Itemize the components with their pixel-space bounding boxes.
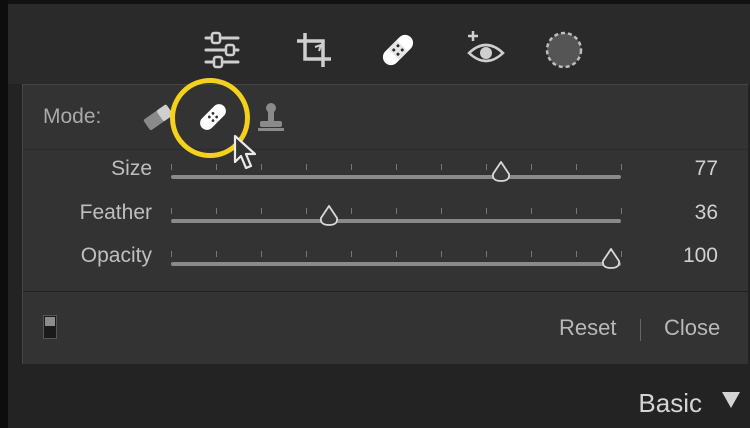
- slider-row-opacity: Opacity 100: [23, 238, 748, 282]
- slider-tick: [351, 208, 352, 214]
- slider-value[interactable]: 77: [695, 157, 718, 181]
- slider-tick: [441, 164, 442, 170]
- mouse-cursor-icon: [233, 134, 257, 170]
- healing-tool[interactable]: [376, 28, 420, 72]
- slider-tick: [306, 208, 307, 214]
- slider-label: Opacity: [80, 244, 152, 267]
- slider-tick: [441, 251, 442, 257]
- dashed-circle-icon: [545, 31, 583, 69]
- healing-panel: Mode: Size 77 Feather 36 Opacity 100 Res…: [22, 84, 748, 364]
- chevron-down-icon[interactable]: [722, 392, 740, 408]
- slider-tick: [531, 251, 532, 257]
- footer-separator: [640, 319, 641, 341]
- slider-tick: [171, 251, 172, 257]
- mode-divider: [23, 149, 748, 150]
- slider-tick: [576, 251, 577, 257]
- slider-tick: [216, 208, 217, 214]
- sliders-icon: [204, 31, 240, 69]
- slider-row-size: Size 77: [23, 151, 748, 195]
- reset-button[interactable]: Reset: [559, 315, 616, 341]
- crop-icon: [297, 33, 331, 67]
- slider-track[interactable]: [171, 161, 622, 182]
- slider-tick: [621, 251, 622, 257]
- slider-tick: [486, 208, 487, 214]
- slider-value[interactable]: 36: [695, 201, 718, 225]
- slider-tick: [261, 251, 262, 257]
- slider-tick: [621, 164, 622, 170]
- toggle-switch[interactable]: [43, 315, 57, 339]
- slider-tick: [486, 251, 487, 257]
- slider-value[interactable]: 100: [683, 244, 718, 268]
- slider-tick: [216, 251, 217, 257]
- slider-tick: [351, 164, 352, 170]
- eye-plus-icon: [467, 31, 505, 63]
- slider-tick: [531, 164, 532, 170]
- slider-tick: [396, 251, 397, 257]
- slider-tick: [171, 208, 172, 214]
- slider-tick: [351, 251, 352, 257]
- panel-footer: Reset Close: [23, 293, 748, 365]
- slider-thumb[interactable]: [601, 248, 621, 270]
- close-button[interactable]: Close: [664, 315, 720, 341]
- slider-tick: [531, 208, 532, 214]
- slider-tick: [621, 208, 622, 214]
- slider-label: Feather: [79, 201, 152, 224]
- edit-sliders-tool[interactable]: [200, 28, 244, 72]
- slider-tick: [261, 164, 262, 170]
- bandage-icon: [382, 34, 414, 66]
- slider-track[interactable]: [171, 205, 622, 226]
- slider-tick: [396, 208, 397, 214]
- slider-tick: [171, 164, 172, 170]
- slider-tick: [396, 164, 397, 170]
- slider-tick: [306, 164, 307, 170]
- slider-track[interactable]: [171, 248, 622, 269]
- slider-tick: [216, 164, 217, 170]
- slider-thumb[interactable]: [319, 205, 339, 227]
- slider-tick: [441, 208, 442, 214]
- mode-clone[interactable]: [255, 99, 287, 135]
- slider-thumb[interactable]: [491, 161, 511, 183]
- slider-tick: [261, 208, 262, 214]
- slider-row-feather: Feather 36: [23, 195, 748, 239]
- slider-label: Size: [111, 157, 152, 180]
- red-eye-tool[interactable]: [464, 28, 508, 72]
- slider-tick: [486, 164, 487, 170]
- masking-tool[interactable]: [542, 28, 586, 72]
- slider-tick: [306, 251, 307, 257]
- footer-divider: [23, 291, 748, 292]
- mode-row: Mode:: [23, 85, 748, 149]
- slider-tick: [576, 164, 577, 170]
- slider-tick: [576, 208, 577, 214]
- crop-tool[interactable]: [292, 28, 336, 72]
- tool-strip: [8, 4, 750, 84]
- mode-label: Mode:: [43, 105, 102, 128]
- basic-panel-header[interactable]: Basic: [638, 388, 702, 419]
- stamp-icon: [258, 103, 284, 131]
